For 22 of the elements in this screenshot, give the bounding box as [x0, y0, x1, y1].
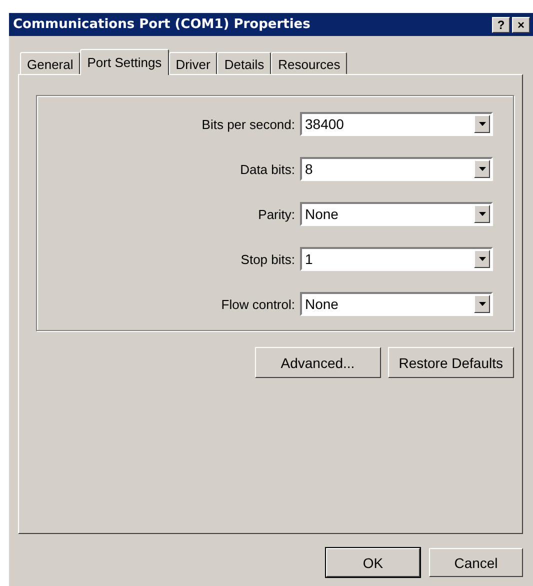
- dialog-button[interactable]: Cancel: [429, 548, 523, 577]
- field-label: Parity:: [258, 206, 295, 222]
- dropdown[interactable]: 8: [300, 157, 493, 181]
- window-title: Communications Port (COM1) Properties: [13, 17, 310, 32]
- dialog-button[interactable]: Restore Defaults: [388, 347, 514, 378]
- tab[interactable]: Details: [217, 52, 272, 74]
- dropdown[interactable]: None: [300, 202, 493, 226]
- dialog-button[interactable]: Advanced...: [254, 347, 381, 378]
- field-label: Stop bits:: [240, 252, 295, 266]
- help-button[interactable]: ?: [492, 16, 510, 32]
- field-label: Data bits:: [240, 162, 295, 176]
- dropdown[interactable]: None: [300, 292, 493, 316]
- dropdown[interactable]: 1: [300, 247, 493, 271]
- dialog-button[interactable]: OK: [326, 548, 420, 577]
- tab[interactable]: Driver: [168, 52, 218, 74]
- tab[interactable]: General: [20, 52, 80, 74]
- tab[interactable]: Resources: [271, 52, 348, 74]
- dropdown[interactable]: 38400: [300, 112, 493, 136]
- close-button[interactable]: ×: [512, 16, 530, 32]
- field-label: Flow control:: [221, 296, 295, 312]
- field-label: Bits per second:: [202, 116, 295, 132]
- tab[interactable]: Port Settings: [80, 49, 169, 75]
